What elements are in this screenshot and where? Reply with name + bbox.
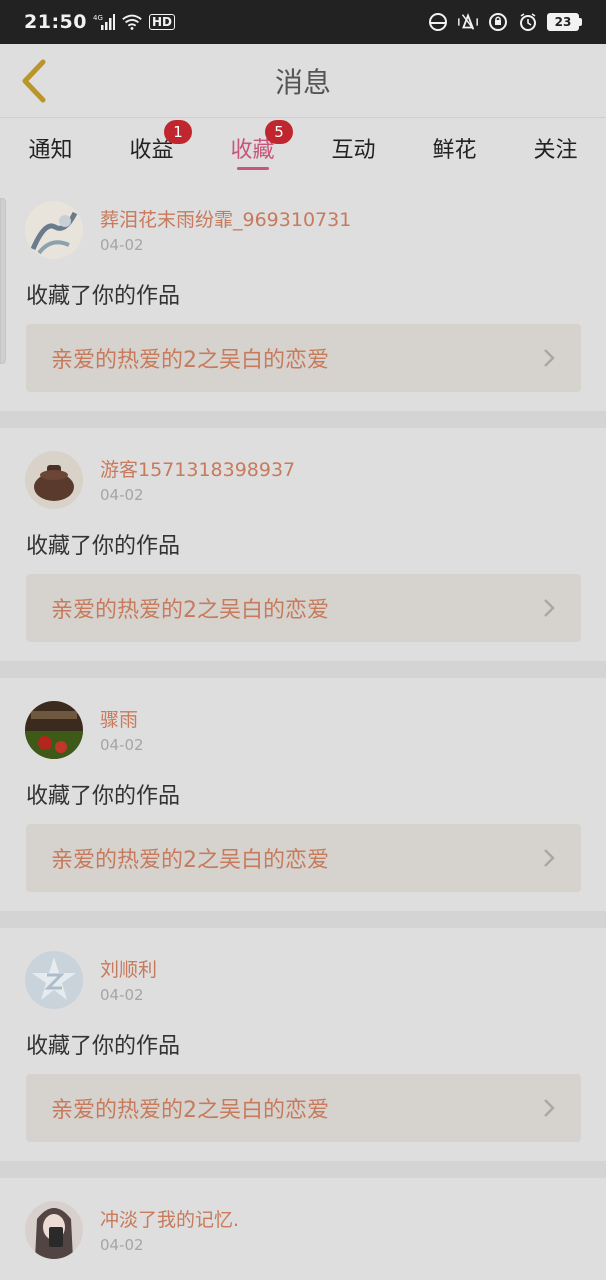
message-date: 04-02 <box>100 486 144 504</box>
hd-label: HD <box>148 14 175 30</box>
avatar[interactable] <box>25 1201 83 1259</box>
status-time: 21:50 <box>24 11 87 33</box>
tab-interactions[interactable]: 互动 <box>303 118 404 178</box>
tab-notifications[interactable]: 通知 <box>0 118 101 178</box>
tab-badge: 1 <box>164 120 192 144</box>
work-link[interactable]: 亲爱的热爱的2之吴白的恋爱 <box>26 574 581 642</box>
work-title: 亲爱的热爱的2之吴白的恋爱 <box>51 598 329 623</box>
chevron-right-icon <box>544 849 555 867</box>
work-title: 亲爱的热爱的2之吴白的恋爱 <box>51 1098 329 1123</box>
action-text: 收藏了你的作品 <box>26 284 181 309</box>
work-title: 亲爱的热爱的2之吴白的恋爱 <box>51 848 329 873</box>
avatar[interactable] <box>25 451 83 509</box>
tab-bar: 通知 收益 1 收藏 5 互动 鲜花 关注 <box>0 118 606 178</box>
lock-rotation-icon <box>487 12 509 32</box>
message-date: 04-02 <box>100 986 144 1004</box>
tab-label: 关注 <box>533 138 578 163</box>
page-title: 消息 <box>274 65 331 99</box>
tab-favorites[interactable]: 收藏 5 <box>202 118 303 178</box>
status-bar: 21:50 4G HD 23 <box>0 0 606 44</box>
tab-label: 通知 <box>28 138 73 163</box>
work-link[interactable]: 亲爱的热爱的2之吴白的恋爱 <box>26 1074 581 1142</box>
chevron-right-icon <box>544 349 555 367</box>
avatar[interactable] <box>25 951 83 1009</box>
username[interactable]: 冲淡了我的记忆. <box>100 1205 239 1232</box>
message-item: 游客1571318398937 04-02 收藏了你的作品 亲爱的热爱的2之吴白… <box>0 428 606 661</box>
wifi-icon <box>121 12 143 32</box>
action-text: 收藏了你的作品 <box>26 534 181 559</box>
tab-earnings[interactable]: 收益 1 <box>101 118 202 178</box>
work-title: 亲爱的热爱的2之吴白的恋爱 <box>51 348 329 373</box>
network-label: 4G <box>93 14 103 22</box>
tab-follows[interactable]: 关注 <box>505 118 606 178</box>
work-link[interactable]: 亲爱的热爱的2之吴白的恋爱 <box>26 824 581 892</box>
username[interactable]: 骤雨 <box>100 705 138 732</box>
avatar[interactable] <box>25 201 83 259</box>
username[interactable]: 葬泪花末雨纷霏_969310731 <box>100 205 351 232</box>
chevron-right-icon <box>544 1099 555 1117</box>
tab-badge: 5 <box>265 120 293 144</box>
active-tab-indicator <box>236 167 269 170</box>
battery-tip <box>579 18 582 26</box>
message-date: 04-02 <box>100 736 144 754</box>
message-item: 刘顺利 04-02 收藏了你的作品 亲爱的热爱的2之吴白的恋爱 <box>0 928 606 1161</box>
message-date: 04-02 <box>100 236 144 254</box>
chevron-left-icon <box>22 59 46 103</box>
work-link[interactable]: 亲爱的热爱的2之吴白的恋爱 <box>26 324 581 392</box>
message-list[interactable]: 葬泪花末雨纷霏_969310731 04-02 收藏了你的作品 亲爱的热爱的2之… <box>0 178 606 1280</box>
tab-label: 鲜花 <box>432 138 477 163</box>
username[interactable]: 游客1571318398937 <box>100 455 295 482</box>
action-text: 收藏了你的作品 <box>26 1034 181 1059</box>
battery-icon: 23 <box>547 13 579 31</box>
message-item: 冲淡了我的记忆. 04-02 <box>0 1178 606 1280</box>
do-not-disturb-icon <box>427 12 449 32</box>
signal-icon: 4G <box>93 12 115 32</box>
chevron-right-icon <box>544 599 555 617</box>
message-item: 葬泪花末雨纷霏_969310731 04-02 收藏了你的作品 亲爱的热爱的2之… <box>0 178 606 411</box>
back-button[interactable] <box>14 58 54 104</box>
action-text: 收藏了你的作品 <box>26 784 181 809</box>
avatar[interactable] <box>25 701 83 759</box>
tab-label: 互动 <box>331 138 376 163</box>
app-header: 消息 <box>0 44 606 118</box>
message-date: 04-02 <box>100 1236 144 1254</box>
alarm-icon <box>517 12 539 32</box>
side-drawer-handle[interactable] <box>0 198 6 364</box>
vibrate-icon <box>457 12 479 32</box>
username[interactable]: 刘顺利 <box>100 955 157 982</box>
message-item: 骤雨 04-02 收藏了你的作品 亲爱的热爱的2之吴白的恋爱 <box>0 678 606 911</box>
tab-flowers[interactable]: 鲜花 <box>404 118 505 178</box>
